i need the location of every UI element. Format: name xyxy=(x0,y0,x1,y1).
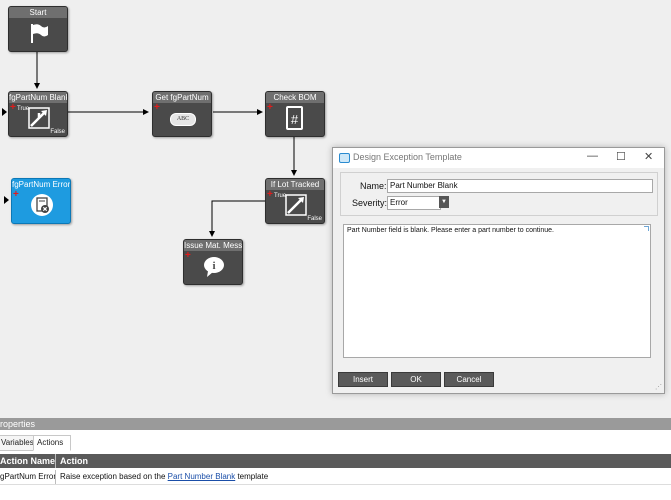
actions-table-header: Action Name Action xyxy=(0,454,671,468)
column-action[interactable]: Action xyxy=(60,454,88,468)
node-title: fgPartNum Error xyxy=(12,179,70,190)
abc-icon: ABC xyxy=(170,113,196,126)
incoming-arrow-icon xyxy=(2,108,7,116)
node-if-lot-tracked[interactable]: If Lot Tracked + True False xyxy=(265,178,325,224)
row-action-name: gPartNum Error xyxy=(0,472,57,481)
node-get-fgpartnum[interactable]: Get fgPartNum + ABC xyxy=(152,91,212,137)
hash-glyph: # xyxy=(290,112,299,127)
branch-icon xyxy=(28,107,50,129)
add-icon[interactable]: + xyxy=(13,190,19,200)
insert-button[interactable]: Insert xyxy=(338,372,388,387)
exception-icon xyxy=(31,194,53,216)
action-text-suffix: template xyxy=(235,472,269,481)
app-icon xyxy=(339,153,350,163)
node-title: fgPartNum Blank xyxy=(9,92,67,103)
abc-icon-text: ABC xyxy=(176,116,190,122)
message-textarea[interactable]: Part Number field is blank. Please enter… xyxy=(343,224,651,358)
severity-label: Severity: xyxy=(352,198,388,208)
resize-corner-icon xyxy=(644,226,649,231)
document-hash-icon: # xyxy=(286,106,303,130)
node-start[interactable]: Start xyxy=(8,6,68,52)
cancel-button[interactable]: Cancel xyxy=(444,372,494,387)
node-title: If Lot Tracked xyxy=(266,179,324,190)
add-icon[interactable]: + xyxy=(10,103,16,113)
dialog-titlebar[interactable]: Design Exception Template — ☐ ✕ xyxy=(333,148,664,168)
close-button[interactable]: ✕ xyxy=(644,150,653,163)
flag-icon xyxy=(31,24,48,43)
add-icon[interactable]: + xyxy=(185,251,191,261)
incoming-arrow-icon xyxy=(4,196,9,204)
node-issue-mat-message[interactable]: Issue Mat. Messag + i xyxy=(183,239,243,285)
node-fgpartnum-blank[interactable]: fgPartNum Blank + True False xyxy=(8,91,68,137)
maximize-button[interactable]: ☐ xyxy=(616,150,626,163)
message-text: Part Number field is blank. Please enter… xyxy=(347,227,554,234)
false-label: False xyxy=(307,216,322,222)
node-title: Get fgPartNum xyxy=(153,92,211,103)
design-exception-dialog: Design Exception Template — ☐ ✕ Name: Pa… xyxy=(332,147,665,394)
severity-dropdown-button[interactable]: ▼ xyxy=(439,196,449,208)
false-label: False xyxy=(50,129,65,135)
add-icon[interactable]: + xyxy=(154,103,160,113)
svg-text:i: i xyxy=(212,260,215,272)
minimize-button[interactable]: — xyxy=(587,150,598,162)
tab-actions[interactable]: Actions xyxy=(33,435,71,451)
tab-variables[interactable]: Variables xyxy=(0,435,35,451)
ok-button[interactable]: OK xyxy=(391,372,441,387)
column-action-name[interactable]: Action Name xyxy=(0,454,55,468)
node-title: Start xyxy=(9,7,67,18)
row-action: Raise exception based on the Part Number… xyxy=(60,470,268,484)
node-fgpartnum-error[interactable]: fgPartNum Error + xyxy=(11,178,71,224)
properties-header: roperties xyxy=(0,418,671,430)
add-icon[interactable]: + xyxy=(267,103,273,113)
workflow-canvas[interactable]: Start fgPartNum Blank + True False Get f… xyxy=(0,0,671,418)
action-text-prefix: Raise exception based on the xyxy=(60,472,168,481)
column-divider[interactable] xyxy=(55,454,56,468)
node-title: Issue Mat. Messag xyxy=(184,240,242,251)
info-icon: i xyxy=(204,257,224,277)
properties-panel: roperties Variables Actions Action Name … xyxy=(0,418,671,500)
resize-grip-icon[interactable]: ⋰ xyxy=(655,383,662,391)
template-link[interactable]: Part Number Blank xyxy=(168,472,236,481)
dialog-title: Design Exception Template xyxy=(353,152,462,162)
branch-icon xyxy=(285,194,307,216)
node-check-bom[interactable]: Check BOM + # xyxy=(265,91,325,137)
add-icon[interactable]: + xyxy=(267,190,273,200)
column-divider xyxy=(55,470,56,484)
node-title: Check BOM xyxy=(266,92,324,103)
name-field[interactable]: Part Number Blank xyxy=(387,179,653,193)
severity-select[interactable]: Error xyxy=(387,196,441,210)
name-label: Name: xyxy=(360,181,387,191)
table-row[interactable]: gPartNum Error Raise exception based on … xyxy=(0,470,671,485)
